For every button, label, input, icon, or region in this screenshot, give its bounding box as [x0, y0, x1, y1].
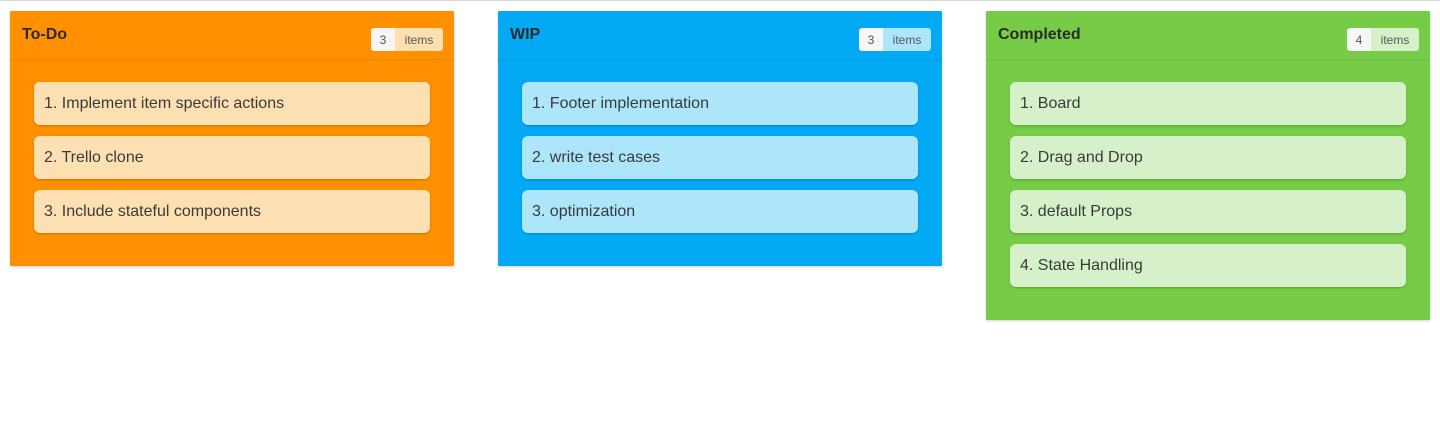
card-list: 1. Implement item specific actions 2. Tr…	[10, 60, 454, 266]
item-count: 4	[1347, 28, 1371, 51]
column-wip: WIP 3 items 1. Footer implementation 2. …	[498, 11, 942, 266]
item-count: 3	[859, 28, 883, 51]
column-title: To-Do	[22, 26, 68, 43]
item-count: 3	[371, 28, 395, 51]
column-completed: Completed 4 items 1. Board 2. Drag and D…	[986, 11, 1430, 320]
item-count-label: items	[1371, 28, 1419, 51]
task-card[interactable]: 3. default Props	[1010, 190, 1406, 233]
task-card[interactable]: 4. State Handling	[1010, 244, 1406, 287]
card-list: 1. Footer implementation 2. write test c…	[498, 60, 942, 266]
column-header: WIP 3 items	[498, 11, 942, 60]
task-card[interactable]: 1. Implement item specific actions	[34, 82, 430, 125]
task-card[interactable]: 1. Board	[1010, 82, 1406, 125]
column-title: Completed	[998, 26, 1081, 43]
item-count-label: items	[883, 28, 931, 51]
column-todo: To-Do 3 items 1. Implement item specific…	[10, 11, 454, 266]
column-header: Completed 4 items	[986, 11, 1430, 60]
task-card[interactable]: 2. Drag and Drop	[1010, 136, 1406, 179]
task-card[interactable]: 1. Footer implementation	[522, 82, 918, 125]
column-header: To-Do 3 items	[10, 11, 454, 60]
card-list: 1. Board 2. Drag and Drop 3. default Pro…	[986, 60, 1430, 320]
item-count-badge: 3 items	[371, 28, 443, 51]
task-card[interactable]: 3. Include stateful components	[34, 190, 430, 233]
task-card[interactable]: 2. Trello clone	[34, 136, 430, 179]
item-count-label: items	[395, 28, 443, 51]
item-count-badge: 4 items	[1347, 28, 1419, 51]
item-count-badge: 3 items	[859, 28, 931, 51]
task-card[interactable]: 2. write test cases	[522, 136, 918, 179]
task-card[interactable]: 3. optimization	[522, 190, 918, 233]
column-title: WIP	[510, 26, 541, 43]
kanban-board: To-Do 3 items 1. Implement item specific…	[0, 0, 1440, 428]
